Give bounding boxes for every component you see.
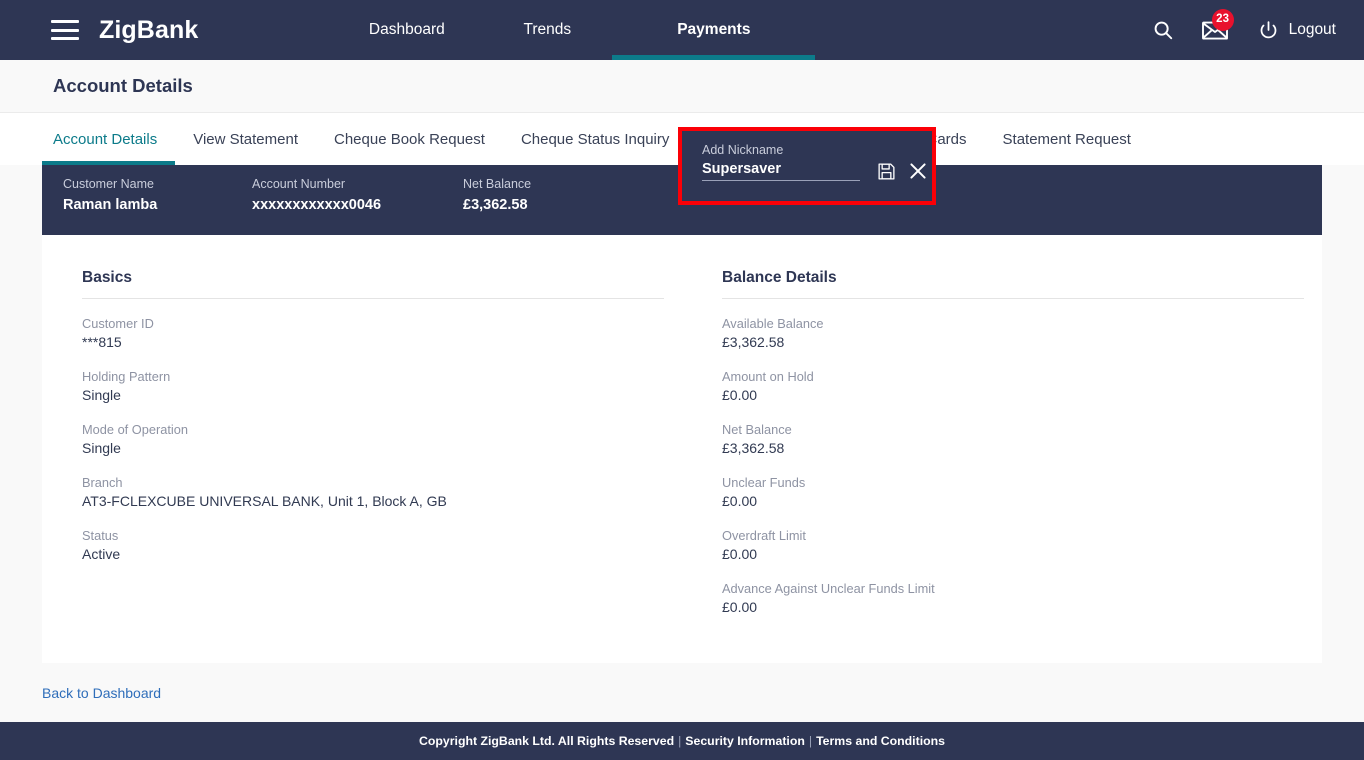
terms-and-conditions-link[interactable]: Terms and Conditions xyxy=(816,734,945,748)
add-nickname-label: Add Nickname xyxy=(702,143,784,157)
power-icon xyxy=(1258,20,1279,41)
field-label: Branch xyxy=(82,475,123,490)
field-value: Active xyxy=(82,546,121,562)
hamburger-menu-icon[interactable] xyxy=(51,20,79,40)
account-summary-bar: Customer Name Raman lamba Account Number… xyxy=(42,127,1322,235)
field-label: Unclear Funds xyxy=(722,475,806,490)
account-summary-wrapper: Customer Name Raman lamba Account Number… xyxy=(0,127,1364,235)
tab-account-details[interactable]: Account Details xyxy=(42,113,176,166)
field-status: Status Active xyxy=(82,527,664,564)
basics-section: Basics Customer ID ***815 Holding Patter… xyxy=(82,269,664,663)
field-value: £0.00 xyxy=(722,493,758,509)
balance-details-section: Balance Details Available Balance £3,362… xyxy=(722,269,1304,663)
hamburger-bar xyxy=(51,37,79,40)
tab-label: Account Details xyxy=(53,130,158,148)
tab-cheque-book-request[interactable]: Cheque Book Request xyxy=(316,113,503,166)
field-available-balance: Available Balance £3,362.58 xyxy=(722,315,1304,352)
add-nickname-row xyxy=(702,161,932,181)
account-details-card: Basics Customer ID ***815 Holding Patter… xyxy=(42,235,1322,663)
field-label: Holding Pattern xyxy=(82,369,171,384)
close-icon[interactable] xyxy=(909,162,927,180)
field-value: ***815 xyxy=(82,334,122,350)
field-unclear-funds: Unclear Funds £0.00 xyxy=(722,474,1304,511)
balance-details-section-title: Balance Details xyxy=(722,269,1304,299)
field-label: Available Balance xyxy=(722,316,824,331)
hamburger-bar xyxy=(51,20,79,23)
field-label: Net Balance xyxy=(722,422,792,437)
tab-label: Statement Request xyxy=(1002,130,1131,148)
field-branch: Branch AT3-FCLEXCUBE UNIVERSAL BANK, Uni… xyxy=(82,474,664,511)
nav-item-label: Dashboard xyxy=(368,21,445,38)
back-to-dashboard-link[interactable]: Back to Dashboard xyxy=(42,685,161,701)
back-link-bar: Back to Dashboard xyxy=(0,663,1364,723)
page-title: Account Details xyxy=(53,75,193,96)
top-navigation-bar: ZigBank Dashboard Trends Payments 23 Log… xyxy=(0,0,1364,60)
nav-item-payments[interactable]: Payments xyxy=(612,0,816,60)
field-customer-id: Customer ID ***815 xyxy=(82,315,664,352)
summary-account-number-value: xxxxxxxxxxxx0046 xyxy=(252,197,382,213)
field-value: Single xyxy=(82,387,121,403)
tab-cheque-status-inquiry[interactable]: Cheque Status Inquiry xyxy=(503,113,687,166)
tab-statement-request[interactable]: Statement Request xyxy=(985,113,1149,166)
field-holding-pattern: Holding Pattern Single xyxy=(82,368,664,405)
brand-logo[interactable]: ZigBank xyxy=(99,16,198,45)
page-title-bar: Account Details xyxy=(0,60,1364,112)
field-amount-on-hold: Amount on Hold £0.00 xyxy=(722,368,1304,405)
nav-item-trends[interactable]: Trends xyxy=(482,0,612,60)
field-label: Overdraft Limit xyxy=(722,528,806,543)
logout-button[interactable]: Logout xyxy=(1258,20,1336,41)
footer-copyright: Copyright ZigBank Ltd. All Rights Reserv… xyxy=(419,734,675,748)
nav-right-actions: 23 Logout xyxy=(1152,0,1364,60)
main-menu: Dashboard Trends Payments xyxy=(331,0,816,60)
field-value: Single xyxy=(82,440,121,456)
tab-label: View Statement xyxy=(193,130,298,148)
field-overdraft-limit: Overdraft Limit £0.00 xyxy=(722,527,1304,564)
add-nickname-panel: Add Nickname xyxy=(678,127,936,205)
summary-account-number-label: Account Number xyxy=(252,177,346,191)
summary-customer-name-value: Raman lamba xyxy=(63,197,158,213)
summary-net-balance-value: £3,362.58 xyxy=(463,197,528,213)
security-information-link[interactable]: Security Information xyxy=(685,734,805,748)
summary-customer-name: Customer Name Raman lamba xyxy=(63,176,252,216)
field-value: AT3-FCLEXCUBE UNIVERSAL BANK, Unit 1, Bl… xyxy=(82,493,447,509)
field-value: £0.00 xyxy=(722,599,758,615)
basics-section-title: Basics xyxy=(82,269,664,299)
tab-label: Cheque Book Request xyxy=(334,130,485,148)
summary-account-number: Account Number xxxxxxxxxxxx0046 xyxy=(252,176,463,216)
field-net-balance: Net Balance £3,362.58 xyxy=(722,421,1304,458)
nav-item-dashboard[interactable]: Dashboard xyxy=(331,0,482,60)
tab-label: Cheque Status Inquiry xyxy=(520,130,670,148)
nav-item-label: Trends xyxy=(523,21,572,38)
field-label: Mode of Operation xyxy=(82,422,188,437)
save-icon[interactable] xyxy=(878,162,895,180)
field-label: Status xyxy=(82,528,119,543)
field-label: Customer ID xyxy=(82,316,154,331)
mail-badge-count: 23 xyxy=(1211,8,1234,31)
footer-separator: | xyxy=(808,734,813,748)
tab-view-statement[interactable]: View Statement xyxy=(175,113,316,166)
field-value: £3,362.58 xyxy=(722,334,785,350)
mail-icon[interactable]: 23 xyxy=(1201,8,1234,40)
logout-label: Logout xyxy=(1288,21,1336,38)
field-label: Amount on Hold xyxy=(722,369,814,384)
field-mode-of-operation: Mode of Operation Single xyxy=(82,421,664,458)
hamburger-bar xyxy=(51,28,79,32)
summary-customer-name-label: Customer Name xyxy=(63,177,154,191)
page-footer: Copyright ZigBank Ltd. All Rights Reserv… xyxy=(0,722,1364,760)
summary-net-balance: Net Balance £3,362.58 xyxy=(463,176,643,216)
nickname-input[interactable] xyxy=(702,161,860,181)
summary-net-balance-label: Net Balance xyxy=(463,177,532,191)
field-advance-against-unclear-funds-limit: Advance Against Unclear Funds Limit £0.0… xyxy=(722,580,1304,617)
field-value: £0.00 xyxy=(722,546,758,562)
search-icon[interactable] xyxy=(1152,19,1174,41)
field-value: £0.00 xyxy=(722,387,758,403)
field-value: £3,362.58 xyxy=(722,440,785,456)
field-label: Advance Against Unclear Funds Limit xyxy=(722,581,935,596)
footer-separator: | xyxy=(678,734,682,748)
nav-item-label: Payments xyxy=(677,21,751,38)
